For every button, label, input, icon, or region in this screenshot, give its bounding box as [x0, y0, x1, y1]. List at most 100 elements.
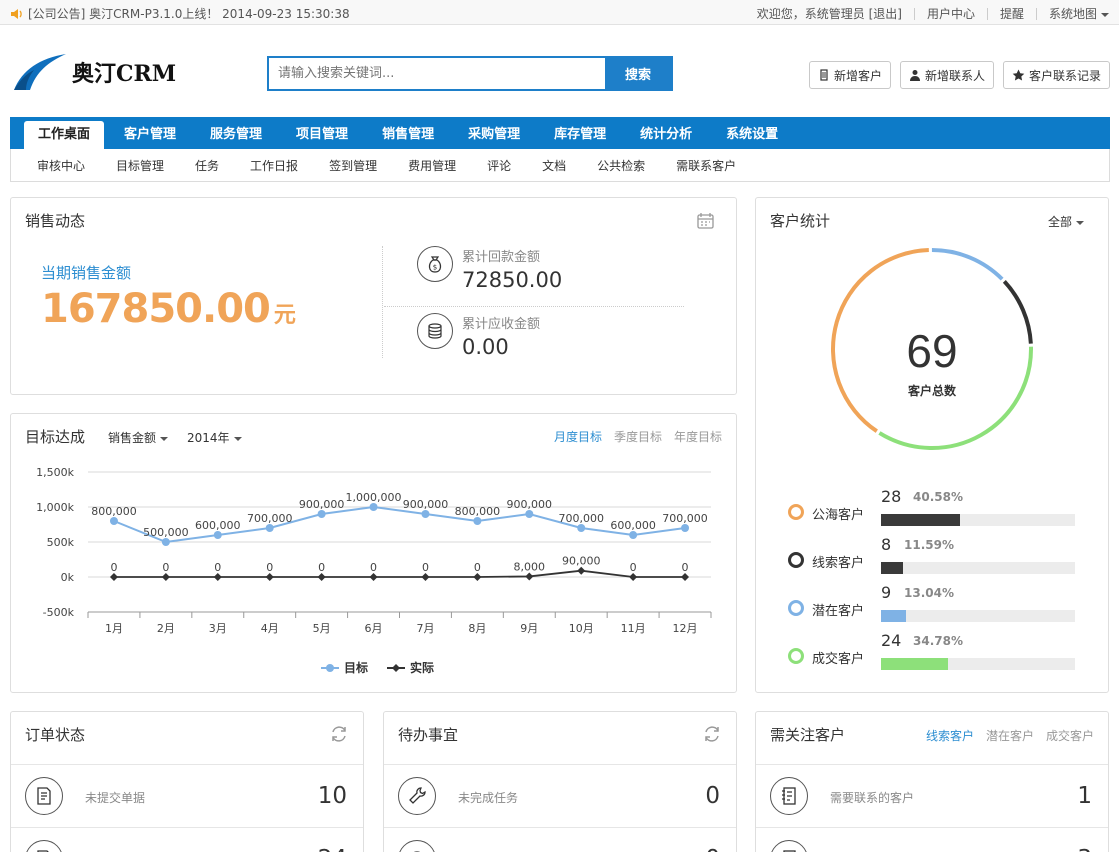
list-item[interactable]: 3	[756, 827, 1108, 852]
receivable-stat: 累计应收金额 0.00	[417, 313, 540, 359]
divider	[384, 306, 684, 307]
tab-monthly-goal[interactable]: 月度目标	[554, 428, 602, 445]
x-tick-label: 2月	[157, 622, 175, 635]
tab-potential-customers[interactable]: 潜在客户	[986, 727, 1034, 744]
group-color-marker	[788, 504, 804, 520]
subnav-checkin[interactable]: 签到管理	[329, 157, 377, 174]
tab-project-management[interactable]: 项目管理	[282, 121, 362, 149]
announcement-text[interactable]: [公司公告] 奥汀CRM-P3.1.0上线！ 2014-09-23 15:30:…	[28, 5, 350, 22]
order-status-panel: 订单状态 未提交单据 10 24	[10, 711, 364, 852]
search-button[interactable]: 搜索	[605, 58, 671, 89]
current-sales-amount: 167850.00	[41, 286, 271, 332]
coins-icon	[417, 313, 453, 349]
data-label: 900,000	[507, 498, 553, 511]
customer-total-label: 客户总数	[907, 384, 956, 398]
panel-title: 客户统计	[770, 212, 831, 230]
clock-icon	[398, 840, 436, 852]
subnav-public-search[interactable]: 公共检索	[597, 157, 645, 174]
logo-text: 奥汀CRM	[72, 61, 177, 87]
contact-book-icon	[770, 777, 808, 815]
filter-value: 全部	[1047, 215, 1072, 229]
tab-quarterly-goal[interactable]: 季度目标	[614, 428, 662, 445]
data-label: 0	[266, 561, 273, 574]
customer-group-row[interactable]: 公海客户 28 40.58%	[788, 487, 1088, 527]
data-label: 900,000	[299, 498, 345, 511]
data-point	[161, 538, 170, 546]
item-count: 0	[705, 783, 720, 809]
list-item[interactable]: 未提交单据 10	[11, 764, 363, 822]
metric-dropdown[interactable]: 销售金额	[108, 429, 169, 446]
subnav-contact-needed[interactable]: 需联系客户	[676, 157, 736, 174]
list-item[interactable]: 0	[384, 827, 736, 852]
main-nav: 工作桌面 客户管理 服务管理 项目管理 销售管理 采购管理 库存管理 统计分析 …	[10, 117, 1110, 149]
customer-filter-dropdown[interactable]: 全部	[1048, 213, 1084, 230]
list-item[interactable]: 未完成任务 0	[384, 764, 736, 822]
tab-closed-customers[interactable]: 成交客户	[1046, 727, 1094, 744]
group-name: 线索客户	[812, 556, 865, 571]
data-point	[525, 572, 534, 581]
customer-group-row[interactable]: 线索客户 8 11.59%	[788, 535, 1088, 575]
data-label: 500,000	[143, 526, 189, 539]
data-label: 600,000	[610, 519, 656, 532]
building-icon	[820, 69, 828, 81]
data-point	[317, 510, 326, 518]
data-label: 0	[474, 561, 481, 574]
group-percent: 13.04%	[904, 586, 954, 600]
customer-group-row[interactable]: 成交客户 24 34.78%	[788, 631, 1088, 671]
customer-group-row[interactable]: 潜在客户 9 13.04%	[788, 583, 1088, 623]
group-progress-fill	[881, 562, 904, 574]
data-point	[265, 524, 274, 532]
tab-lead-customers[interactable]: 线索客户	[926, 727, 974, 744]
subnav-goal-management[interactable]: 目标管理	[116, 157, 164, 174]
group-progress-fill	[881, 610, 907, 622]
tab-customer-management[interactable]: 客户管理	[110, 121, 190, 149]
new-contact-button[interactable]: 新增联系人	[899, 61, 994, 89]
tab-workspace[interactable]: 工作桌面	[24, 121, 105, 149]
data-point	[213, 573, 222, 581]
contact-log-button[interactable]: 客户联系记录	[1002, 61, 1110, 89]
tab-sales-management[interactable]: 销售管理	[368, 121, 448, 149]
list-item[interactable]: 需要联系的客户 1	[756, 764, 1108, 822]
subnav-audit-center[interactable]: 审核中心	[37, 157, 85, 174]
donut-segment	[931, 247, 1004, 281]
goal-line-chart: 1,500k 1,000k 500k 0k -500k 1月 2月 3月 4月 5月 6月 7月 8月 9…	[36, 466, 712, 675]
list-item[interactable]: 24	[11, 827, 363, 852]
welcome-logout-link[interactable]: 欢迎您，系统管理员 [退出]	[757, 5, 902, 22]
divider	[1035, 7, 1037, 20]
data-point	[577, 524, 586, 532]
subnav-tasks[interactable]: 任务	[195, 157, 219, 174]
x-tick-label: 12月	[673, 622, 698, 635]
subnav-daily-report[interactable]: 工作日报	[250, 157, 298, 174]
tab-statistics[interactable]: 统计分析	[626, 121, 706, 149]
new-customer-button[interactable]: 新增客户	[808, 61, 891, 89]
calendar-icon[interactable]	[697, 212, 714, 229]
refresh-icon[interactable]	[329, 724, 349, 744]
y-tick-label: -500k	[43, 606, 75, 619]
tab-system-settings[interactable]: 系统设置	[712, 121, 792, 149]
item-count: 3	[1077, 846, 1092, 852]
user-center-link[interactable]: 用户中心	[927, 5, 975, 22]
tab-service-management[interactable]: 服务管理	[196, 121, 276, 149]
data-point	[265, 573, 274, 581]
subnav-expenses[interactable]: 费用管理	[408, 157, 456, 174]
tab-yearly-goal[interactable]: 年度目标	[674, 428, 722, 445]
group-percent: 34.78%	[913, 634, 963, 648]
data-label: 1,000,000	[346, 491, 402, 504]
search-input[interactable]	[269, 58, 605, 89]
tab-purchase-management[interactable]: 采购管理	[454, 121, 534, 149]
announcement[interactable]: [公司公告] 奥汀CRM-P3.1.0上线！ 2014-09-23 15:30:…	[10, 5, 350, 22]
refresh-icon[interactable]	[702, 724, 722, 744]
reminder-link[interactable]: 提醒	[1000, 5, 1024, 22]
data-point	[629, 531, 638, 539]
group-progress-fill	[881, 658, 949, 670]
x-tick-label: 11月	[621, 622, 646, 635]
logo[interactable]: 奥汀CRM	[12, 52, 176, 92]
panel-title: 目标达成	[25, 428, 86, 446]
group-progress-bar	[881, 514, 1075, 526]
tab-inventory-management[interactable]: 库存管理	[540, 121, 620, 149]
data-label: 0	[318, 561, 325, 574]
subnav-documents[interactable]: 文档	[542, 157, 566, 174]
subnav-comments[interactable]: 评论	[487, 157, 511, 174]
year-dropdown[interactable]: 2014年	[187, 429, 242, 446]
sitemap-link[interactable]: 系统地图	[1049, 5, 1109, 22]
